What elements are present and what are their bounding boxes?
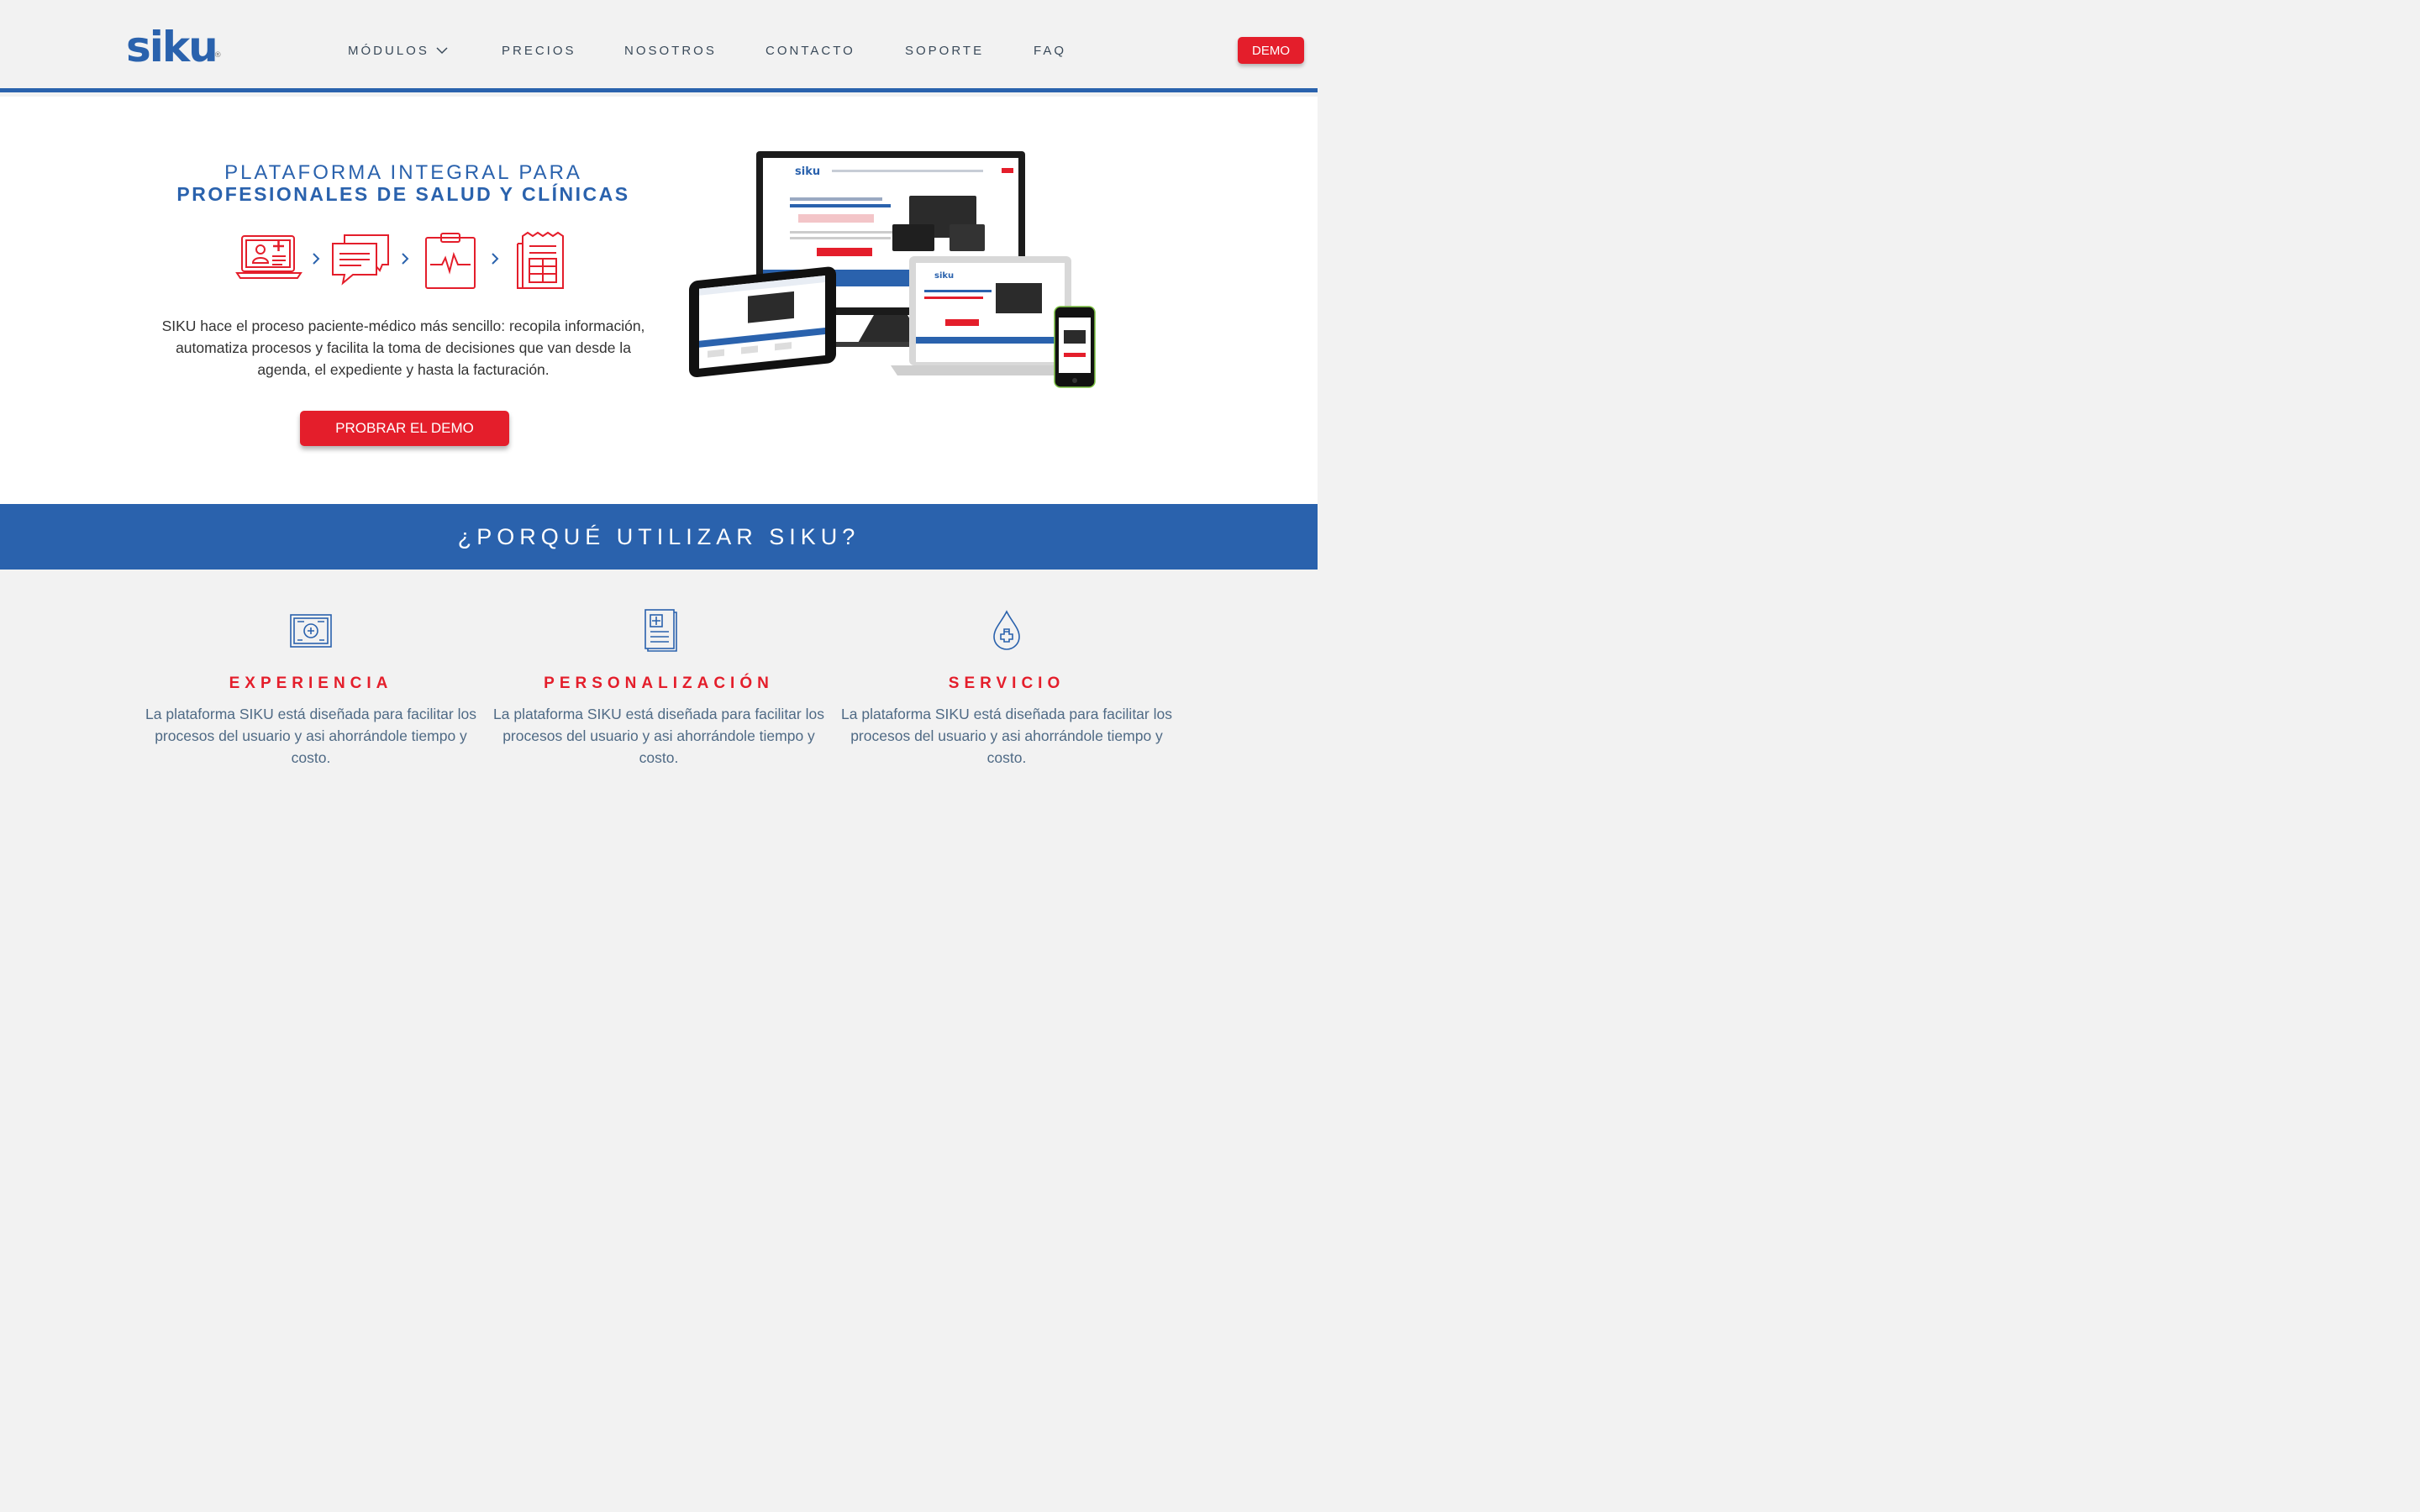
feature-personalizacion: PERSONALIZACIÓN La plataforma SIKU está … xyxy=(491,605,827,769)
site-header: siku ® MÓDULOS PRECIOS NOSOTROS CONTACTO … xyxy=(0,0,1318,92)
registered-mark: ® xyxy=(213,51,222,60)
invoice-icon xyxy=(517,231,564,289)
hero-title-line2: PROFESIONALES DE SALUD Y CLÍNICAS xyxy=(176,183,630,205)
feature-title: SERVICIO xyxy=(948,675,1065,692)
drop-plus-icon xyxy=(993,610,1020,650)
nav-faq-label: FAQ xyxy=(1034,43,1067,58)
devices-illustration: siku siku xyxy=(689,151,1096,388)
feature-servicio: SERVICIO La plataforma SIKU está diseñad… xyxy=(839,605,1175,769)
svg-text:siku: siku xyxy=(934,271,954,281)
flow-icons-row xyxy=(235,231,564,289)
arrow-right-icon xyxy=(313,253,320,265)
probar-demo-button[interactable]: PROBRAR EL DEMO xyxy=(300,411,509,446)
feature-description: La plataforma SIKU está diseñada para fa… xyxy=(145,706,476,766)
arrow-right-icon xyxy=(402,253,409,265)
nav-soporte[interactable]: SOPORTE xyxy=(905,41,984,60)
why-siku-banner: ¿PORQUÉ UTILIZAR SIKU? xyxy=(0,504,1318,570)
nav-nosotros[interactable]: NOSOTROS xyxy=(624,41,717,60)
feature-title: PERSONALIZACIÓN xyxy=(544,675,774,692)
hero-description: SIKU hace el proceso paciente-médico más… xyxy=(161,318,645,378)
feature-experiencia: EXPERIENCIA La plataforma SIKU está dise… xyxy=(143,605,479,769)
medical-document-icon xyxy=(644,609,677,652)
feature-description: La plataforma SIKU está diseñada para fa… xyxy=(493,706,824,766)
certificate-icon xyxy=(290,614,332,648)
feature-description: La plataforma SIKU está diseñada para fa… xyxy=(841,706,1172,766)
tablet-illustration xyxy=(689,266,836,378)
hero-title-line1: PLATAFORMA INTEGRAL PARA xyxy=(224,161,582,184)
nav-contacto-label: CONTACTO xyxy=(765,43,855,58)
laptop-doctor-icon xyxy=(235,235,302,279)
nav-nosotros-label: NOSOTROS xyxy=(624,43,717,58)
banner-title: ¿PORQUÉ UTILIZAR SIKU? xyxy=(457,523,860,549)
arrow-right-icon xyxy=(492,253,499,265)
nav-modulos-label: MÓDULOS xyxy=(348,43,429,58)
chat-icon xyxy=(332,234,389,286)
chevron-down-icon xyxy=(436,47,448,55)
nav-faq[interactable]: FAQ xyxy=(1034,41,1066,60)
nav-precios[interactable]: PRECIOS xyxy=(502,41,576,60)
hero-section: PLATAFORMA INTEGRAL PARA PROFESIONALES D… xyxy=(0,97,1318,504)
clipboard-heartbeat-icon xyxy=(425,233,476,289)
siku-logo[interactable]: siku ® xyxy=(126,23,222,71)
demo-button[interactable]: DEMO xyxy=(1238,37,1304,64)
nav-modulos[interactable]: MÓDULOS xyxy=(348,41,448,60)
nav-soporte-label: SOPORTE xyxy=(905,43,985,58)
logo-text: siku xyxy=(126,23,218,71)
feature-title: EXPERIENCIA xyxy=(229,675,393,692)
svg-text:siku: siku xyxy=(795,165,820,178)
phone-illustration xyxy=(1054,306,1096,388)
nav-contacto[interactable]: CONTACTO xyxy=(765,41,855,60)
nav-precios-label: PRECIOS xyxy=(502,43,576,58)
